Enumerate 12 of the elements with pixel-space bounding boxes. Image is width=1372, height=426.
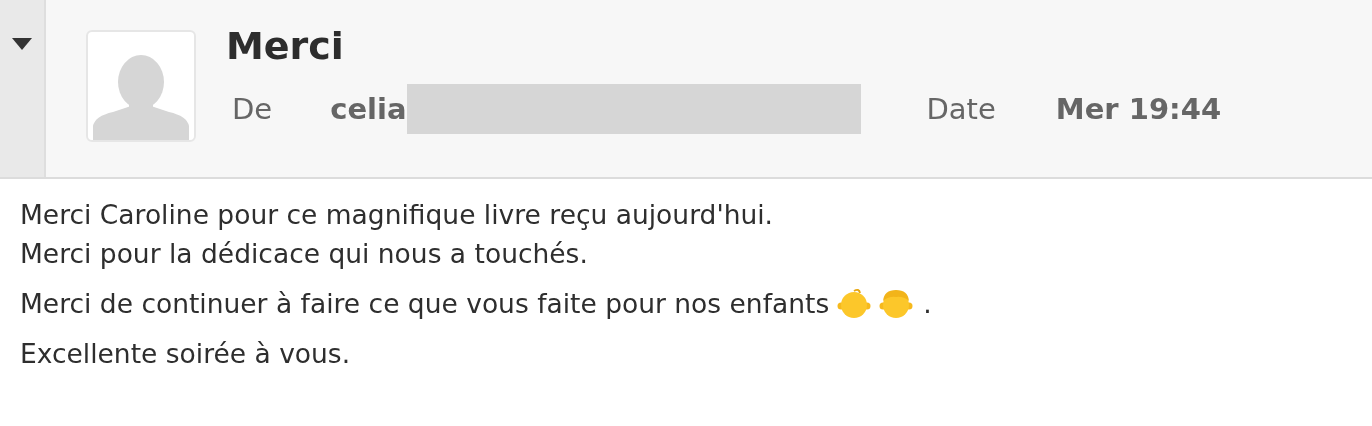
- message-line: Merci de continuer à faire ce que vous faite pour nos enfants: [20, 288, 830, 319]
- from-label: De: [232, 92, 273, 126]
- date-label: Date: [926, 92, 996, 126]
- head-icon: [837, 286, 872, 321]
- period-text: .: [923, 288, 932, 319]
- sender-name: celia: [330, 92, 407, 126]
- message-subject: Merci: [226, 24, 345, 68]
- collapse-toggle[interactable]: [11, 36, 33, 52]
- message-line: Excellente soirée à vous.: [20, 338, 351, 369]
- message-line: Merci Caroline pour ce magnifique livre reçu aujourd'hui.: [20, 199, 774, 230]
- message-line: Merci pour la dédicace qui nous a touchés.: [20, 238, 588, 269]
- date-value: Mer 19:44: [1055, 92, 1222, 126]
